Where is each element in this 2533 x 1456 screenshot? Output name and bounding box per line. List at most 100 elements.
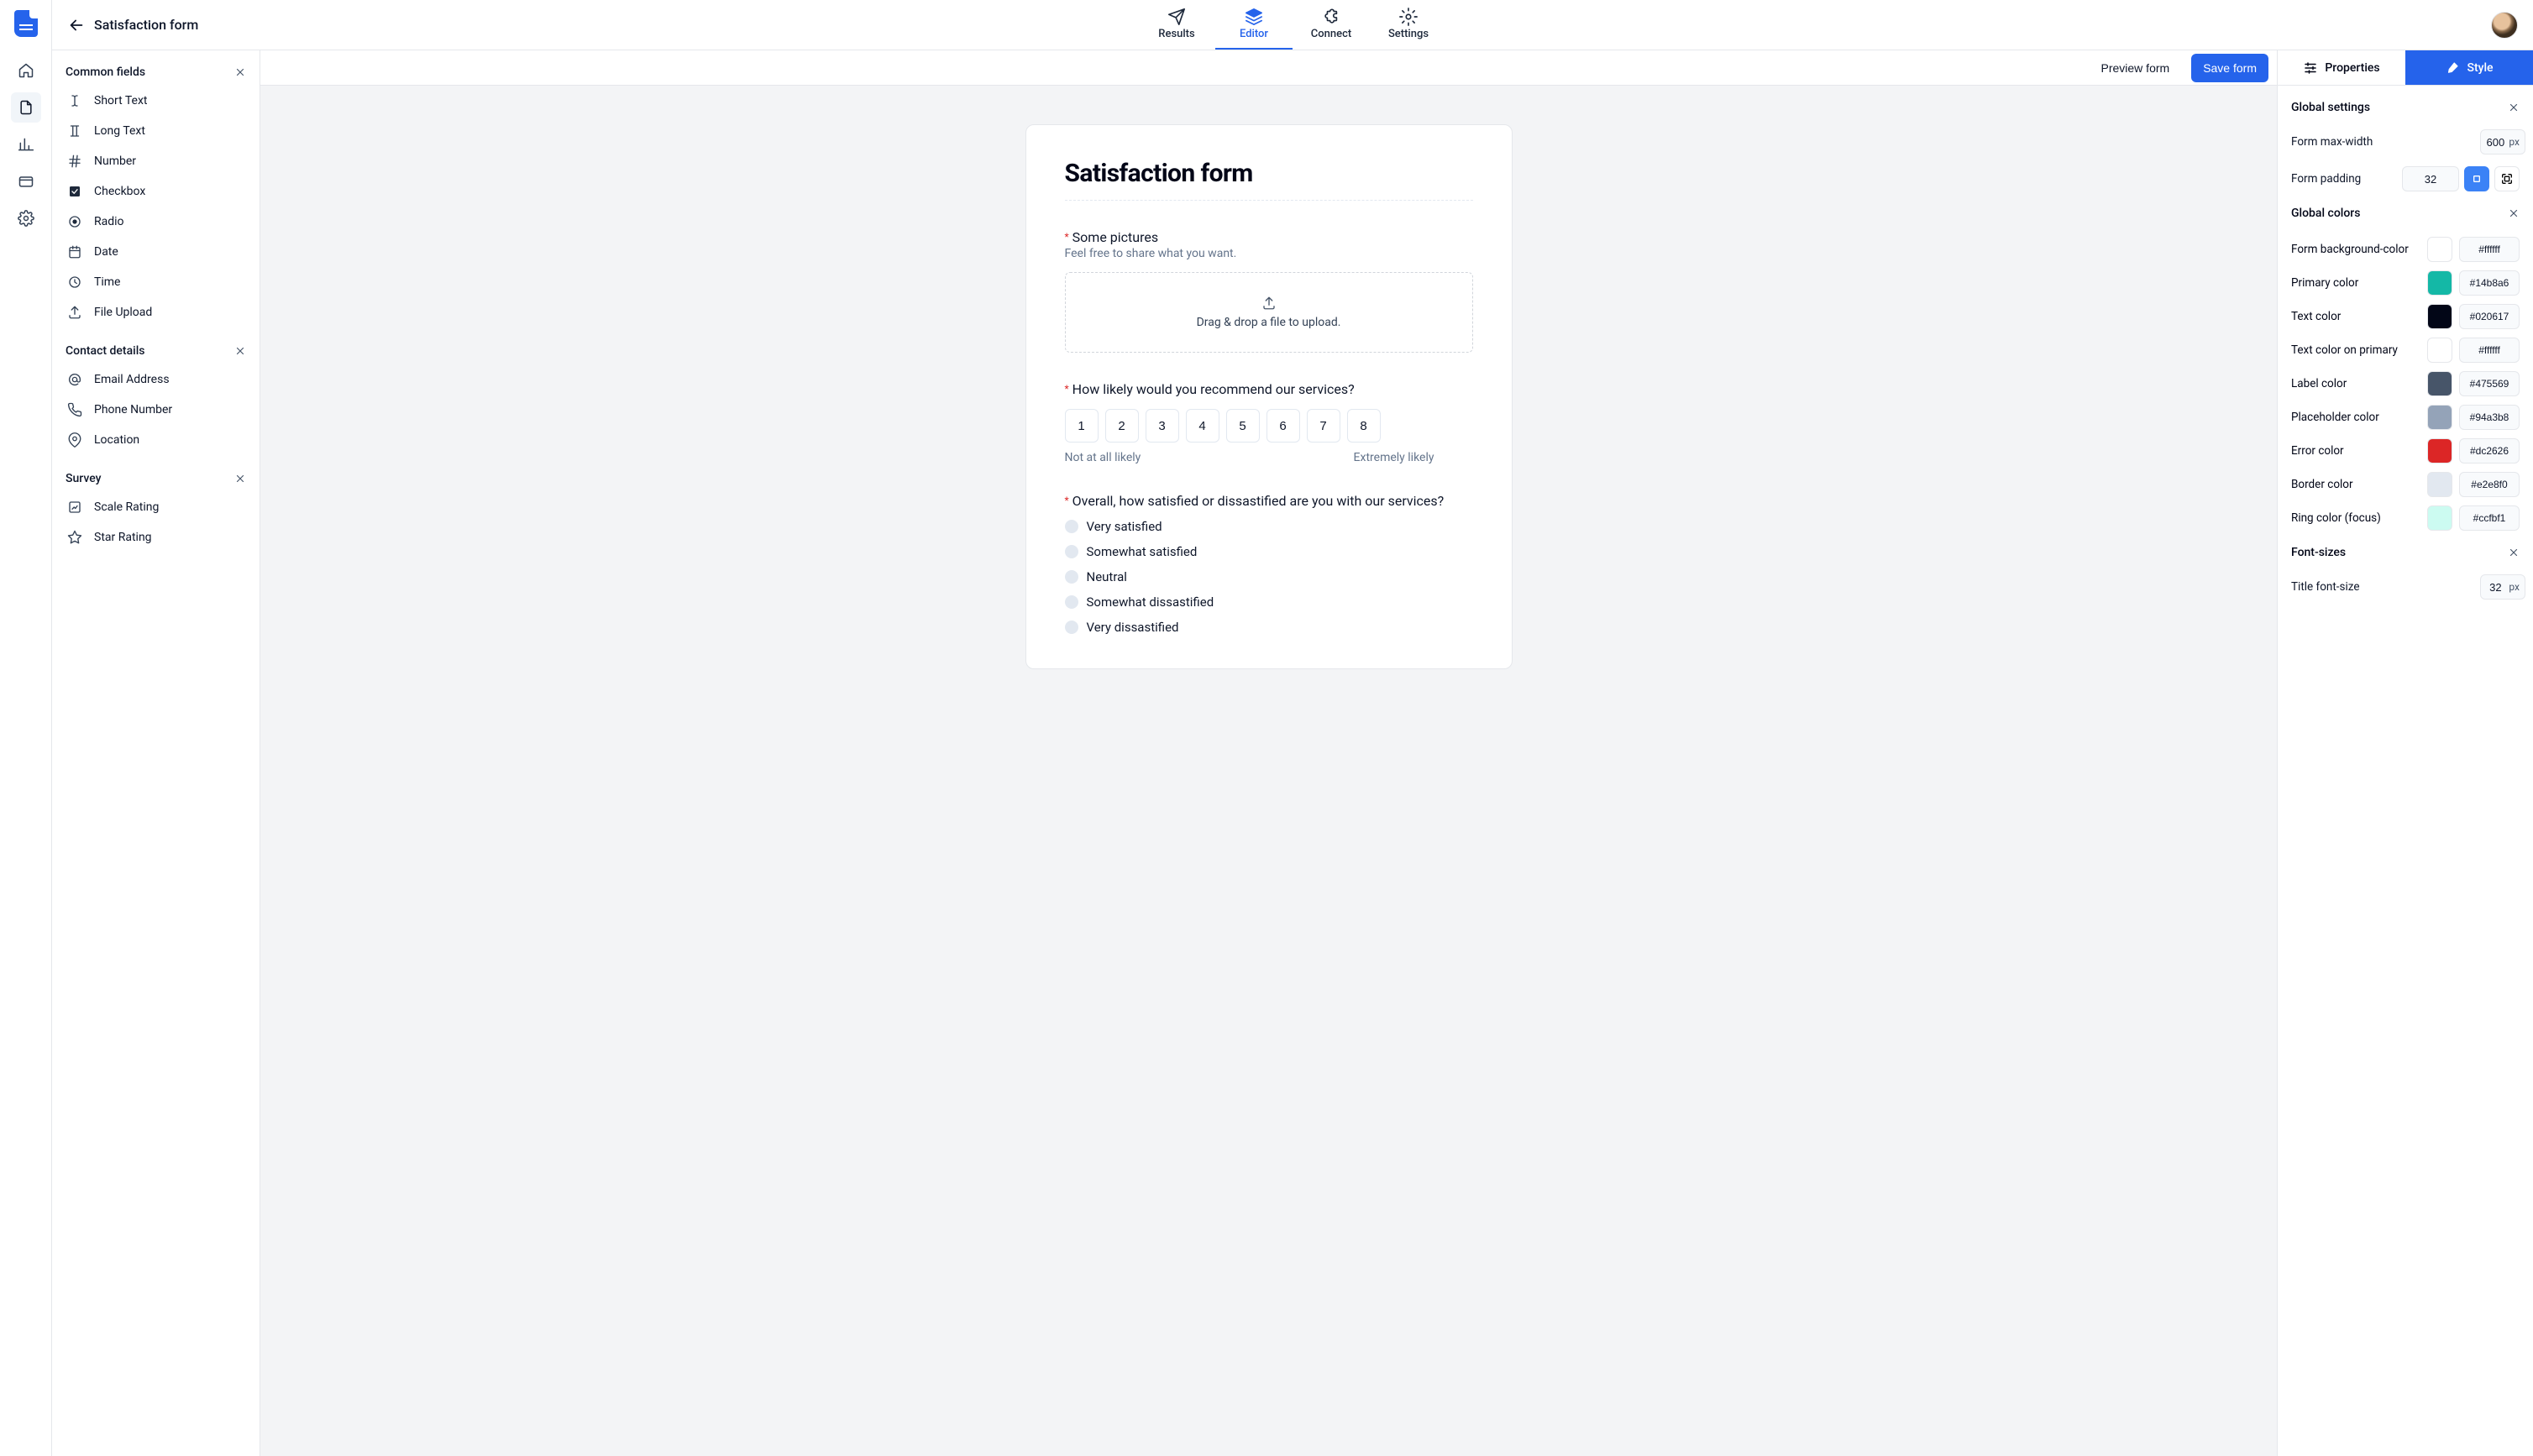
padding-linked-button[interactable] xyxy=(2464,166,2489,191)
field-star-rating[interactable]: Star Rating xyxy=(62,522,249,553)
group-header[interactable]: Contact details xyxy=(62,341,249,364)
preview-button[interactable]: Preview form xyxy=(2090,54,2182,82)
save-button[interactable]: Save form xyxy=(2191,54,2268,82)
hex-input[interactable] xyxy=(2459,505,2520,531)
tab-results[interactable]: Results xyxy=(1138,0,1215,50)
scale-icon xyxy=(67,500,82,515)
field-checkbox[interactable]: Checkbox xyxy=(62,176,249,207)
required-indicator: * xyxy=(1065,383,1069,395)
field-label: File Upload xyxy=(94,306,152,319)
hex-input[interactable] xyxy=(2459,237,2520,262)
group-header[interactable]: Survey xyxy=(62,469,249,492)
field-long-text[interactable]: Long Text xyxy=(62,116,249,146)
color-swatch[interactable] xyxy=(2427,505,2452,531)
section-header[interactable]: Global settings xyxy=(2291,97,2520,123)
color-swatch[interactable] xyxy=(2427,405,2452,430)
field-email[interactable]: Email Address xyxy=(62,364,249,395)
question-recommend[interactable]: *How likely would you recommend our serv… xyxy=(1065,381,1473,464)
scale-option[interactable]: 8 xyxy=(1347,409,1381,443)
field-label: Email Address xyxy=(94,373,170,386)
field-time[interactable]: Time xyxy=(62,267,249,297)
radio-option[interactable]: Very satisfied xyxy=(1065,519,1473,534)
field-number[interactable]: Number xyxy=(62,146,249,176)
hash-icon xyxy=(67,154,82,169)
color-swatch[interactable] xyxy=(2427,438,2452,464)
page-title: Satisfaction form xyxy=(94,17,198,33)
hex-input[interactable] xyxy=(2459,270,2520,296)
close-icon[interactable] xyxy=(2508,207,2520,219)
prop-label: Form max-width xyxy=(2291,135,2373,149)
checkbox-icon xyxy=(67,184,82,199)
upload-dropzone[interactable]: Drag & drop a file to upload. xyxy=(1065,272,1473,353)
question-satisfaction[interactable]: *Overall, how satisfied or dissastified … xyxy=(1065,493,1473,635)
nav-settings[interactable] xyxy=(11,203,41,233)
close-icon[interactable] xyxy=(2508,102,2520,113)
tab-label: Settings xyxy=(1388,28,1429,40)
close-icon[interactable] xyxy=(234,66,246,78)
close-icon[interactable] xyxy=(234,345,246,357)
question-pictures[interactable]: *Some pictures Feel free to share what y… xyxy=(1065,229,1473,353)
at-icon xyxy=(67,372,82,387)
section-header[interactable]: Global colors xyxy=(2291,203,2520,228)
hex-input[interactable] xyxy=(2459,371,2520,396)
form-title[interactable]: Satisfaction form xyxy=(1065,159,1473,201)
field-short-text[interactable]: Short Text xyxy=(62,86,249,116)
prop-label: Title font-size xyxy=(2291,580,2360,594)
avatar[interactable] xyxy=(2491,12,2518,39)
color-swatch[interactable] xyxy=(2427,472,2452,497)
option-label: Very satisfied xyxy=(1087,519,1162,534)
scale-option[interactable]: 1 xyxy=(1065,409,1099,443)
color-row: Ring color (focus) xyxy=(2291,505,2520,531)
hex-input[interactable] xyxy=(2459,472,2520,497)
tab-properties[interactable]: Properties xyxy=(2278,50,2405,85)
hex-input[interactable] xyxy=(2459,304,2520,329)
scale-option[interactable]: 5 xyxy=(1226,409,1260,443)
color-swatch[interactable] xyxy=(2427,338,2452,363)
radio-dot-icon xyxy=(1065,545,1078,558)
group-header[interactable]: Common fields xyxy=(62,62,249,86)
section-header[interactable]: Font-sizes xyxy=(2291,542,2520,568)
padding-input[interactable] xyxy=(2402,166,2459,191)
back-arrow-icon[interactable] xyxy=(67,16,86,34)
field-location[interactable]: Location xyxy=(62,425,249,455)
hex-input[interactable] xyxy=(2459,438,2520,464)
field-date[interactable]: Date xyxy=(62,237,249,267)
tab-style[interactable]: Style xyxy=(2405,50,2533,85)
field-phone[interactable]: Phone Number xyxy=(62,395,249,425)
close-icon[interactable] xyxy=(2508,547,2520,558)
scale-option[interactable]: 7 xyxy=(1307,409,1340,443)
app-logo[interactable] xyxy=(14,10,38,37)
nav-forms[interactable] xyxy=(11,92,41,123)
close-icon[interactable] xyxy=(234,473,246,484)
nav-home[interactable] xyxy=(11,55,41,86)
nav-analytics[interactable] xyxy=(11,129,41,160)
tab-connect[interactable]: Connect xyxy=(1293,0,1370,50)
field-file-upload[interactable]: File Upload xyxy=(62,297,249,327)
hex-input[interactable] xyxy=(2459,405,2520,430)
scale-row: 1 2 3 4 5 6 7 8 xyxy=(1065,409,1473,443)
field-label: Time xyxy=(94,275,120,289)
color-swatch[interactable] xyxy=(2427,237,2452,262)
padding-unlinked-button[interactable] xyxy=(2494,166,2520,191)
scale-option[interactable]: 4 xyxy=(1186,409,1219,443)
color-row: Error color xyxy=(2291,438,2520,464)
tab-settings[interactable]: Settings xyxy=(1370,0,1447,50)
radio-option[interactable]: Somewhat dissastified xyxy=(1065,594,1473,610)
radio-option[interactable]: Neutral xyxy=(1065,569,1473,584)
color-swatch[interactable] xyxy=(2427,270,2452,296)
scale-option[interactable]: 2 xyxy=(1105,409,1139,443)
prop-label: Form padding xyxy=(2291,172,2361,186)
color-swatch[interactable] xyxy=(2427,304,2452,329)
scale-option[interactable]: 6 xyxy=(1266,409,1300,443)
gear-icon xyxy=(1399,8,1418,26)
nav-billing[interactable] xyxy=(11,166,41,196)
tab-editor[interactable]: Editor xyxy=(1215,0,1293,50)
prop-max-width: Form max-width px xyxy=(2291,129,2520,155)
radio-option[interactable]: Very dissastified xyxy=(1065,620,1473,635)
field-radio[interactable]: Radio xyxy=(62,207,249,237)
scale-option[interactable]: 3 xyxy=(1146,409,1179,443)
radio-option[interactable]: Somewhat satisfied xyxy=(1065,544,1473,559)
color-swatch[interactable] xyxy=(2427,371,2452,396)
hex-input[interactable] xyxy=(2459,338,2520,363)
field-scale-rating[interactable]: Scale Rating xyxy=(62,492,249,522)
